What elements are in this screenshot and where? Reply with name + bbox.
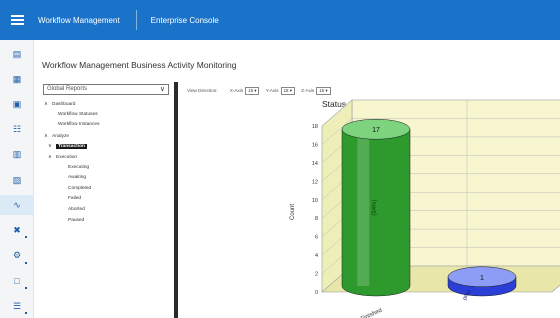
bar-value-label: 17: [372, 127, 380, 134]
bar-highlight: [357, 129, 370, 286]
tree-item[interactable]: Awaiting: [68, 175, 86, 180]
chevron-down-icon: ∨: [48, 143, 52, 150]
tree-item[interactable]: ∨ Transaction: [48, 143, 87, 150]
inbox-icon[interactable]: □: [0, 271, 34, 291]
y-tick-label: 4: [315, 253, 318, 259]
chevron-up-icon: ∧: [48, 154, 52, 160]
calendar-icon[interactable]: ▥: [0, 145, 34, 165]
tree-item-label: Workflow Statuses: [58, 111, 98, 117]
gear-icon[interactable]: ⚙: [0, 246, 34, 266]
tree-item[interactable]: Workflow Statuses: [58, 112, 98, 117]
workflow-status-chart: 0 2 4 6 8 10 12 14 16 18 Count 17 (94%) 1(6%) Finished: [290, 99, 560, 318]
edit-icon[interactable]: ▧: [0, 170, 34, 190]
tree-item[interactable]: Completed: [68, 186, 91, 191]
tree-item[interactable]: Paused: [68, 218, 84, 223]
y-tick-label: 16: [312, 142, 318, 148]
tree-item-label: Aborted: [68, 207, 85, 212]
y-tick-label: 10: [312, 198, 318, 204]
tree-item-label: Workflow Instances: [58, 122, 100, 128]
y-tick-label: 8: [315, 216, 318, 222]
y-tick-label: 14: [312, 161, 318, 167]
y-tick-label: 2: [315, 272, 318, 278]
tree-item-label: Analyze: [52, 133, 70, 139]
monitor-icon[interactable]: ▣: [0, 94, 34, 114]
list-icon[interactable]: ☰: [0, 296, 34, 316]
y-tick-label: 18: [312, 124, 318, 130]
activity-icon[interactable]: ∿: [0, 195, 34, 216]
y-tick-label: 0: [315, 290, 318, 296]
page-title: Workflow Management Business Activity Mo…: [42, 60, 237, 70]
chevron-up-icon: ∧: [44, 132, 48, 139]
console-title[interactable]: Enterprise Console: [137, 16, 219, 25]
tree-item[interactable]: Failed: [68, 196, 81, 201]
tree-item-label: Completed: [68, 185, 92, 191]
y-tick-label: 6: [315, 235, 318, 241]
report-select-value: Global Reports: [47, 86, 88, 92]
tree-item-label: Dashboard: [52, 102, 76, 107]
app-title[interactable]: Workflow Management: [34, 16, 136, 25]
bar-cylinder: 1(6%): [447, 266, 517, 302]
tools-icon[interactable]: ✖: [0, 220, 34, 240]
tree-item-label: Execution: [56, 155, 78, 160]
x-category-label: Finished: [360, 308, 383, 318]
tree-item-label: Transaction: [56, 144, 87, 150]
y-tick-label: 12: [312, 179, 318, 185]
report-select[interactable]: Global Reports ∨: [43, 84, 169, 95]
icon-rail: ▤ ▦ ▣ ☷ ▥ ▧ ∿ ✖ ⚙ □ ☰: [0, 40, 34, 318]
dashboard-icon[interactable]: ▤: [0, 44, 34, 64]
bar-value-label: 1: [480, 275, 484, 282]
chart-panel: View Direction: X-Axis 15 ▾ Y-Axis 15 ▾ Z-…: [182, 82, 560, 318]
grid-icon[interactable]: ▦: [0, 69, 34, 89]
tree-item[interactable]: ∧ Analyze: [44, 133, 69, 139]
tree-item[interactable]: Executing: [68, 165, 89, 170]
tree-item[interactable]: ∧ Execution: [48, 154, 77, 160]
tree-item[interactable]: ∧ Dashboard: [44, 101, 75, 107]
hamburger-menu-icon[interactable]: [0, 0, 34, 40]
y-axis-label: Count: [290, 204, 296, 220]
top-bar: Workflow Management Enterprise Console: [0, 0, 560, 40]
tree-item-label: Failed: [68, 196, 82, 202]
chevron-down-icon: ∨: [159, 86, 165, 93]
sitemap-icon[interactable]: ☷: [0, 120, 34, 140]
bar-cylinder: 17 (94%): [341, 118, 411, 297]
tree-item-label: Executing: [68, 164, 90, 170]
chevron-up-icon: ∧: [44, 101, 48, 107]
tree-item[interactable]: Workflow Instances: [58, 122, 100, 127]
tree-item-label: Paused: [68, 217, 85, 223]
report-tree-panel: Global Reports ∨ ∧ Dashboard Workflow Stat…: [40, 82, 178, 318]
tree-item[interactable]: Aborted: [68, 207, 85, 212]
bar-percent-label: (94%): [372, 200, 378, 216]
tree-item-label: Awaiting: [68, 175, 87, 181]
